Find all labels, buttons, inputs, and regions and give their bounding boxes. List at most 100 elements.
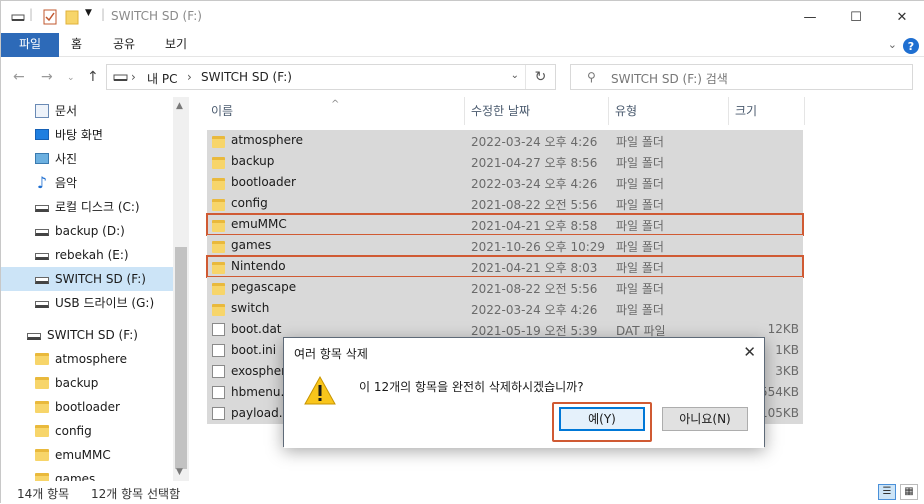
tree-item-config[interactable]: config	[1, 419, 173, 443]
close-button[interactable]: ✕	[879, 1, 924, 33]
folder-icon	[212, 178, 225, 190]
new-folder-icon[interactable]	[65, 9, 79, 25]
help-icon[interactable]: ?	[903, 38, 919, 54]
column-header-size[interactable]: 크기	[729, 97, 805, 125]
file-name: pegascape	[231, 280, 297, 294]
file-size: 554KB	[759, 385, 799, 399]
file-name: bootloader	[231, 175, 296, 189]
breadcrumb-this-pc[interactable]: 내 PC	[147, 70, 177, 87]
nav-item-rebekah-e[interactable]: rebekah (E:)	[1, 243, 173, 267]
ribbon-expand-icon[interactable]: ⌄	[888, 38, 897, 51]
tab-file[interactable]: 파일	[1, 33, 59, 57]
scroll-thumb[interactable]	[175, 247, 187, 469]
pictures-icon	[35, 153, 49, 164]
tree-item-emummc[interactable]: emuMMC	[1, 443, 173, 467]
tab-view[interactable]: 보기	[155, 33, 197, 57]
column-header-type[interactable]: 유형	[609, 97, 729, 125]
file-type: 파일 폴더	[616, 303, 664, 317]
file-date: 2022-03-24 오후 4:26	[471, 135, 598, 149]
file-name: boot.ini	[231, 343, 277, 357]
tree-root-switch-sd[interactable]: SWITCH SD (F:)	[1, 323, 173, 347]
selected-count: 12개 항목 선택함	[91, 487, 181, 501]
file-type: 파일 폴더	[616, 177, 664, 191]
search-icon: ⚲	[587, 70, 596, 84]
column-name-label: 이름	[211, 104, 234, 118]
tree-label: config	[55, 424, 92, 438]
desktop-icon	[35, 129, 49, 140]
drive-icon	[35, 205, 49, 212]
file-name: config	[231, 196, 268, 210]
file-row-switch[interactable]: switch 2022-03-24 오후 4:26 파일 폴더	[207, 298, 803, 319]
folder-icon	[35, 449, 49, 461]
nav-item-switch-sd-f[interactable]: SWITCH SD (F:)	[1, 267, 173, 291]
no-button[interactable]: 아니요(N)	[662, 407, 748, 431]
address-dropdown-icon[interactable]: ⌄	[511, 70, 519, 81]
path-separator-icon: ›	[187, 70, 192, 84]
file-row-bootloader[interactable]: bootloader 2022-03-24 오후 4:26 파일 폴더	[207, 172, 803, 193]
refresh-icon[interactable]: ↻	[525, 65, 555, 89]
file-date: 2021-10-26 오후 10:29	[471, 240, 606, 254]
file-row-pegascape[interactable]: pegascape 2021-08-22 오전 5:56 파일 폴더	[207, 277, 803, 298]
tab-share[interactable]: 공유	[103, 33, 145, 57]
nav-item-usb-g[interactable]: USB 드라이브 (G:)	[1, 291, 173, 315]
tree-label: bootloader	[55, 400, 120, 414]
back-arrow-icon[interactable]: ←	[13, 69, 25, 85]
file-date: 2021-08-22 오전 5:56	[471, 198, 598, 212]
file-date: 2021-08-22 오전 5:56	[471, 282, 598, 296]
file-row-nintendo[interactable]: Nintendo 2021-04-21 오후 8:03 파일 폴더	[206, 255, 804, 278]
large-icons-view-icon[interactable]: ▦	[900, 484, 918, 500]
status-bar: 14개 항목 12개 항목 선택함 ☰ ▦	[1, 481, 924, 504]
breadcrumb-switch-sd[interactable]: SWITCH SD (F:)	[201, 70, 292, 84]
file-row-backup[interactable]: backup 2021-04-27 오후 8:56 파일 폴더	[207, 151, 803, 172]
dialog-close-icon[interactable]: ✕	[743, 343, 756, 361]
details-view-icon[interactable]: ☰	[878, 484, 896, 500]
maximize-button[interactable]: ☐	[833, 1, 879, 33]
search-input[interactable]: ⚲ SWITCH SD (F:) 검색	[570, 64, 913, 90]
drive-icon	[27, 333, 41, 340]
folder-icon	[212, 220, 225, 232]
file-date: 2021-04-27 오후 8:56	[471, 156, 598, 170]
title-divider: |	[29, 7, 34, 21]
recent-locations-icon[interactable]: ⌄	[67, 73, 75, 83]
file-size: 12KB	[767, 322, 799, 336]
nav-item-desktop[interactable]: 바탕 화면	[1, 123, 173, 147]
yes-button-highlight	[552, 402, 652, 442]
nav-label: SWITCH SD (F:)	[55, 272, 146, 286]
tree-item-backup[interactable]: backup	[1, 371, 173, 395]
tree-item-bootloader[interactable]: bootloader	[1, 395, 173, 419]
file-type: 파일 폴더	[616, 282, 664, 296]
ribbon-tabs: 파일 홈 공유 보기 ⌄ ?	[1, 33, 924, 57]
nav-item-pictures[interactable]: 사진	[1, 147, 173, 171]
file-row-atmosphere[interactable]: atmosphere 2022-03-24 오후 4:26 파일 폴더	[207, 130, 803, 151]
nav-item-local-disk-c[interactable]: 로컬 디스크 (C:)	[1, 195, 173, 219]
drive-icon	[11, 14, 25, 21]
column-header-name[interactable]: 이름 ^	[205, 97, 465, 125]
nav-item-backup-d[interactable]: backup (D:)	[1, 219, 173, 243]
tab-home[interactable]: 홈	[61, 33, 92, 57]
path-separator-icon: ›	[131, 70, 136, 84]
folder-icon	[212, 304, 225, 316]
nav-scrollbar[interactable]: ▲ ▼	[173, 97, 189, 481]
properties-icon[interactable]	[43, 9, 57, 25]
file-icon	[212, 323, 225, 336]
file-row-games[interactable]: games 2021-10-26 오후 10:29 파일 폴더	[207, 235, 803, 256]
quick-access-dropdown-icon[interactable]: ▼	[85, 8, 92, 18]
up-arrow-icon[interactable]: ↑	[87, 69, 99, 85]
tree-item-games[interactable]: games	[1, 467, 173, 481]
nav-label: 문서	[55, 104, 78, 118]
forward-arrow-icon[interactable]: →	[41, 69, 53, 85]
nav-item-music[interactable]: ♪ 음악	[1, 171, 173, 195]
file-type: 파일 폴더	[616, 219, 664, 233]
minimize-button[interactable]: —	[787, 1, 833, 33]
scroll-down-icon[interactable]: ▼	[176, 467, 183, 477]
file-row-emummc[interactable]: emuMMC 2021-04-21 오후 8:58 파일 폴더	[206, 213, 804, 236]
file-row-config[interactable]: config 2021-08-22 오전 5:56 파일 폴더	[207, 193, 803, 214]
drive-icon	[35, 229, 49, 236]
nav-item-documents[interactable]: 문서	[1, 99, 173, 123]
address-bar[interactable]: › 내 PC › SWITCH SD (F:) ⌄ ↻	[106, 64, 556, 90]
column-header-date[interactable]: 수정한 날짜	[465, 97, 609, 125]
scroll-up-icon[interactable]: ▲	[176, 101, 183, 111]
tree-item-atmosphere[interactable]: atmosphere	[1, 347, 173, 371]
folder-icon	[212, 157, 225, 169]
music-icon: ♪	[36, 173, 48, 192]
